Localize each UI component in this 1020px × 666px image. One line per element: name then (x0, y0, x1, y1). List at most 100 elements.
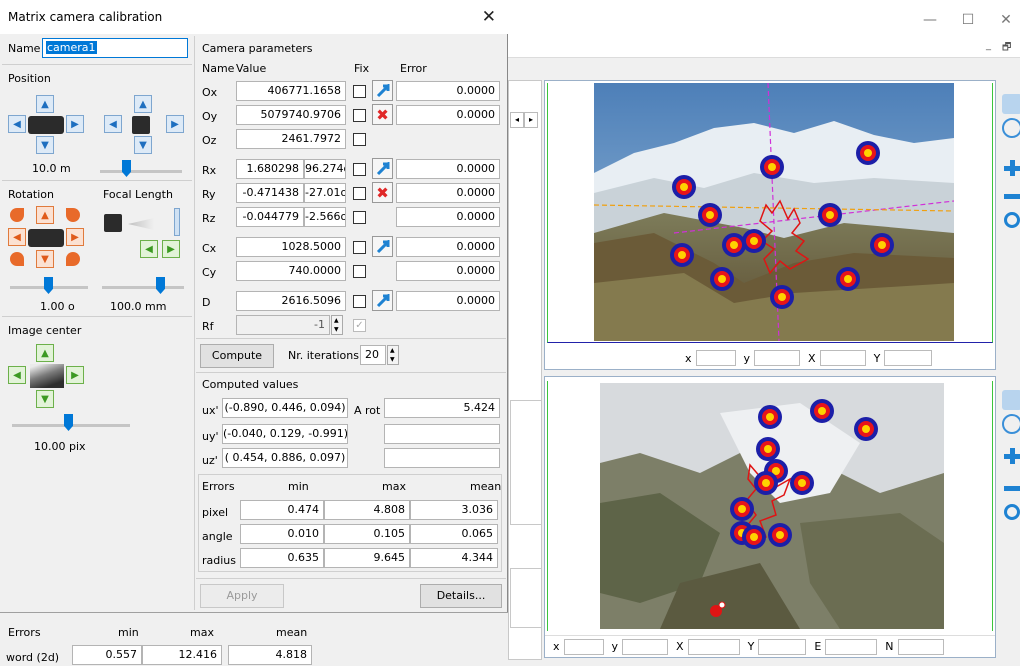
param-value-field[interactable]: 2616.5096 (236, 291, 346, 311)
fix-checkbox[interactable] (353, 187, 366, 200)
coord-bigy-field[interactable] (884, 350, 933, 366)
fix-checkbox[interactable] (353, 241, 366, 254)
move-right-button[interactable]: ▶ (66, 115, 84, 133)
target-marker[interactable] (810, 399, 834, 423)
minimize-icon[interactable]: — (920, 12, 940, 28)
top-image-canvas[interactable] (547, 83, 993, 343)
rotate-icon[interactable] (1004, 212, 1020, 228)
target-marker[interactable] (760, 155, 784, 179)
aerial-photo[interactable] (600, 383, 944, 629)
fix-checkbox[interactable] (353, 133, 366, 146)
zoom-in-icon[interactable] (1002, 158, 1020, 178)
param-value-field[interactable]: 5079740.9706 (236, 105, 346, 125)
target-marker[interactable] (710, 267, 734, 291)
param-value-field[interactable]: 1028.5000 (236, 237, 346, 257)
rf-spinner[interactable]: ▲ ▼ (331, 315, 343, 335)
fix-checkbox[interactable] (353, 163, 366, 176)
distance-slider-thumb[interactable] (122, 160, 131, 177)
move-back-left-button[interactable]: ◀ (104, 115, 122, 133)
coord-e-field[interactable] (825, 638, 878, 655)
target-marker[interactable] (836, 267, 860, 291)
target-marker[interactable] (854, 417, 878, 441)
fix-pick-button[interactable] (372, 80, 393, 101)
coord-n-field[interactable] (897, 638, 944, 655)
param-value-field[interactable]: 740.0000 (236, 261, 346, 281)
center-right-button[interactable]: ▶ (66, 366, 84, 384)
target-marker[interactable] (730, 497, 754, 521)
clear-pick-button[interactable]: ✖ (372, 182, 393, 203)
param-value-field[interactable]: -1 (236, 315, 330, 335)
iterations-input[interactable]: 20 (360, 345, 386, 365)
target-icon[interactable] (1002, 118, 1020, 138)
rotate-cw-icon[interactable] (66, 208, 80, 222)
target-marker[interactable] (870, 233, 894, 257)
center-up-button[interactable]: ▲ (36, 344, 54, 362)
rotate-icon[interactable] (1004, 504, 1020, 520)
name-input[interactable]: camera1 (42, 38, 188, 58)
param-degree-field[interactable]: 96.274o (304, 159, 346, 179)
compute-button[interactable]: Compute (200, 344, 274, 368)
center-left-button[interactable]: ◀ (8, 366, 26, 384)
roll-right-icon[interactable] (66, 252, 80, 266)
clear-pick-button[interactable]: ✖ (372, 104, 393, 125)
rotate-right-button[interactable]: ▶ (66, 228, 84, 246)
move-back-right-button[interactable]: ▶ (166, 115, 184, 133)
coord-x-field[interactable] (695, 350, 736, 366)
focal-slider-track[interactable] (102, 286, 184, 289)
roll-left-icon[interactable] (10, 252, 24, 266)
target-marker[interactable] (698, 203, 722, 227)
zoom-in-icon[interactable] (1002, 446, 1020, 466)
target-marker[interactable] (758, 405, 782, 429)
move-up-button[interactable]: ▲ (36, 95, 54, 113)
focal-increase-button[interactable]: ▶ (162, 240, 180, 258)
center-slider-thumb[interactable] (64, 414, 73, 431)
param-value-field[interactable]: 2461.7972 (236, 129, 346, 149)
target-marker[interactable] (742, 525, 766, 549)
param-degree-field[interactable]: -2.566o (304, 207, 346, 227)
bottom-image-canvas[interactable] (547, 381, 993, 631)
move-forward-button[interactable]: ▲ (134, 95, 152, 113)
coord-y-field[interactable] (622, 638, 669, 655)
fix-checkbox[interactable] (353, 211, 366, 224)
target-marker[interactable] (856, 141, 880, 165)
target-marker[interactable] (770, 285, 794, 309)
target-marker[interactable] (672, 175, 696, 199)
target-marker[interactable] (790, 471, 814, 495)
move-down-button[interactable]: ▼ (36, 136, 54, 154)
coord-bigx-field[interactable] (687, 638, 740, 655)
iterations-spinner[interactable]: ▲ ▼ (387, 345, 399, 365)
coord-bigx-field[interactable] (819, 350, 866, 366)
rotate-left-button[interactable]: ◀ (8, 228, 26, 246)
focal-slider-thumb[interactable] (156, 277, 165, 294)
move-backward-button[interactable]: ▼ (134, 136, 152, 154)
tab-scroll-left[interactable]: ◂ (510, 112, 524, 128)
fix-checkbox[interactable] (353, 295, 366, 308)
rotation-slider-thumb[interactable] (44, 277, 53, 294)
mdi-restore-icon[interactable]: 🗗 (1002, 40, 1011, 57)
target-marker[interactable] (754, 471, 778, 495)
zoom-fit-icon[interactable] (1002, 390, 1020, 410)
target-marker[interactable] (768, 523, 792, 547)
target-marker[interactable] (756, 437, 780, 461)
rotate-down-button[interactable]: ▼ (36, 250, 54, 268)
target-marker[interactable] (670, 243, 694, 267)
apply-button[interactable]: Apply (200, 584, 284, 608)
details-button[interactable]: Details... (420, 584, 502, 608)
focal-decrease-button[interactable]: ◀ (140, 240, 158, 258)
target-marker[interactable] (818, 203, 842, 227)
close-app-icon[interactable]: ✕ (996, 12, 1016, 28)
param-value-field[interactable]: 406771.1658 (236, 81, 346, 101)
zoom-fit-icon[interactable] (1002, 94, 1020, 114)
rotate-up-button[interactable]: ▲ (36, 206, 54, 224)
zoom-out-icon[interactable] (1002, 478, 1020, 498)
zoom-out-icon[interactable] (1002, 186, 1020, 206)
param-value-field[interactable]: 1.680298 (236, 159, 304, 179)
param-degree-field[interactable]: -27.01o (304, 183, 346, 203)
target-icon[interactable] (1002, 414, 1020, 434)
fix-checkbox[interactable] (353, 109, 366, 122)
target-marker[interactable] (722, 233, 746, 257)
coord-x-field[interactable] (563, 638, 604, 655)
tab-scroll-right[interactable]: ▸ (524, 112, 538, 128)
move-left-button[interactable]: ◀ (8, 115, 26, 133)
distance-slider-track[interactable] (100, 170, 182, 173)
